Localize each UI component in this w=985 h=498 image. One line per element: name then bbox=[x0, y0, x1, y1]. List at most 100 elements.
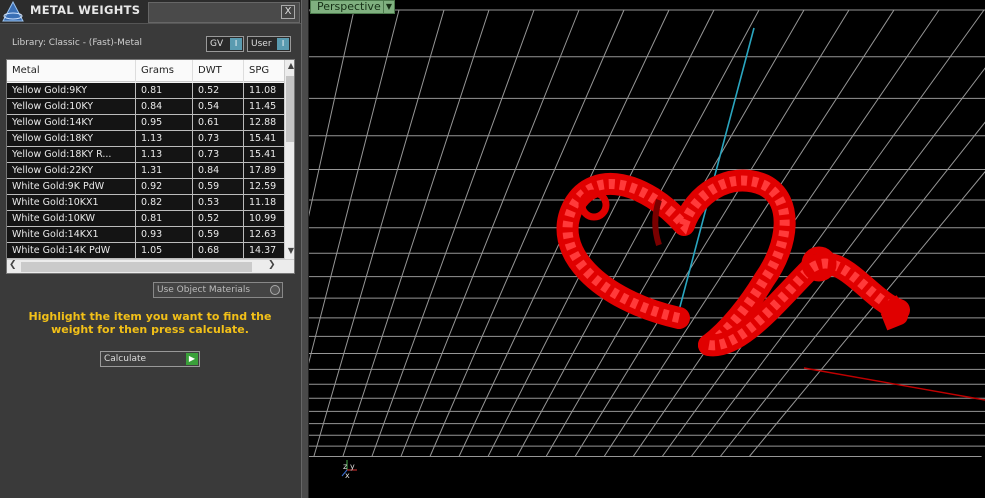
dwt-cell: 0.68 bbox=[193, 243, 244, 258]
scroll-right-icon[interactable]: ❯ bbox=[268, 260, 278, 270]
table-body: Yellow Gold:9KY 0.81 0.52 11.08 Yellow Gold… bbox=[7, 83, 284, 259]
table-row[interactable]: White Gold:10KW 0.81 0.52 10.99 bbox=[7, 211, 284, 227]
library-label: Library: Classic - (Fast)-Metal bbox=[12, 38, 143, 48]
spg-cell: 11.45 bbox=[249, 101, 277, 112]
grid-line bbox=[719, 121, 985, 457]
metal-cell: White Gold:9K PdW bbox=[7, 179, 136, 194]
spg-cell: 12.59 bbox=[249, 181, 277, 192]
scroll-left-icon[interactable]: ❮ bbox=[9, 260, 19, 270]
panel-splitter[interactable] bbox=[301, 0, 309, 498]
table-row[interactable]: White Gold:14K PdW 1.05 0.68 14.37 bbox=[7, 243, 284, 259]
user-toggle[interactable]: User I bbox=[247, 36, 291, 52]
grid-line bbox=[545, 9, 805, 457]
dwt-cell: 0.52 bbox=[193, 83, 244, 98]
grid-line bbox=[371, 9, 535, 457]
column-header-metal[interactable]: Metal bbox=[7, 60, 136, 82]
metal-cell: White Gold:10KW bbox=[7, 211, 136, 226]
metal-cell: Yellow Gold:14KY bbox=[7, 115, 136, 130]
metal-cell: Yellow Gold:10KY bbox=[7, 99, 136, 114]
spg-cell: 17.89 bbox=[249, 165, 277, 176]
metal-cell: Yellow Gold:18KY R... bbox=[7, 147, 136, 162]
use-object-materials-label: Use Object Materials bbox=[157, 285, 251, 295]
grid-line bbox=[309, 9, 400, 364]
scroll-down-icon[interactable]: ▼ bbox=[285, 246, 294, 258]
view-dropdown-icon[interactable]: ▼ bbox=[383, 0, 395, 14]
metal-cell: Yellow Gold:22KY bbox=[7, 163, 136, 178]
panel-titlebar: METAL WEIGHTS X bbox=[0, 0, 301, 24]
grams-cell: 0.92 bbox=[136, 179, 193, 194]
metal-cell: White Gold:14K PdW bbox=[7, 243, 136, 258]
play-arrow-icon: ▶ bbox=[186, 353, 198, 365]
dwt-cell: 0.73 bbox=[193, 131, 244, 146]
spg-cell: 12.63 bbox=[249, 229, 277, 240]
table-row[interactable]: White Gold:10KX1 0.82 0.53 11.18 bbox=[7, 195, 284, 211]
table-row[interactable]: Yellow Gold:18KY R... 1.13 0.73 15.41 bbox=[7, 147, 284, 163]
table-row[interactable]: White Gold:9K PdW 0.92 0.59 12.59 bbox=[7, 179, 284, 195]
table-row[interactable]: White Gold:14KX1 0.93 0.59 12.63 bbox=[7, 227, 284, 243]
grams-cell: 0.84 bbox=[136, 99, 193, 114]
vertical-scrollbar[interactable]: ▲ ▼ bbox=[284, 60, 294, 259]
instruction-text: Highlight the item you want to find the … bbox=[28, 310, 272, 336]
grams-cell: 1.13 bbox=[136, 131, 193, 146]
dwt-cell: 0.73 bbox=[193, 147, 244, 162]
ground-grid bbox=[309, 9, 985, 457]
metal-cell: Yellow Gold:18KY bbox=[7, 131, 136, 146]
grams-cell: 0.81 bbox=[136, 83, 193, 98]
table-row[interactable]: Yellow Gold:14KY 0.95 0.61 12.88 bbox=[7, 115, 284, 131]
table-row[interactable]: Yellow Gold:22KY 1.31 0.84 17.89 bbox=[7, 163, 284, 179]
column-header-grams[interactable]: Grams bbox=[136, 60, 193, 82]
gizmo-z-label: z bbox=[343, 462, 347, 471]
grid-line bbox=[342, 9, 490, 457]
grid-line bbox=[429, 9, 625, 457]
grams-cell: 0.95 bbox=[136, 115, 193, 130]
view-mode-button[interactable]: Perspective bbox=[310, 0, 388, 14]
horizontal-scroll-thumb[interactable] bbox=[21, 262, 252, 272]
dwt-cell: 0.52 bbox=[193, 211, 244, 226]
table-row[interactable]: Yellow Gold:10KY 0.84 0.54 11.45 bbox=[7, 99, 284, 115]
spg-cell: 12.88 bbox=[249, 117, 277, 128]
grid-line bbox=[603, 9, 895, 457]
3d-viewport[interactable]: z y x Perspective ▼ bbox=[309, 0, 985, 498]
table-row[interactable]: Yellow Gold:18KY 1.13 0.73 15.41 bbox=[7, 131, 284, 147]
dwt-cell: 0.61 bbox=[193, 115, 244, 130]
column-header-dwt[interactable]: DWT bbox=[193, 60, 244, 82]
spg-cell: 15.41 bbox=[249, 149, 277, 160]
table-row[interactable]: Yellow Gold:9KY 0.81 0.52 11.08 bbox=[7, 83, 284, 99]
radio-indicator-icon bbox=[270, 285, 280, 295]
grams-cell: 1.13 bbox=[136, 147, 193, 162]
grid-line bbox=[309, 9, 355, 217]
grams-cell: 0.82 bbox=[136, 195, 193, 210]
gv-toggle-label: GV bbox=[210, 39, 224, 49]
grams-cell: 1.05 bbox=[136, 243, 193, 258]
calculate-label: Calculate bbox=[104, 354, 147, 364]
metal-cell: White Gold:14KX1 bbox=[7, 227, 136, 242]
spg-cell: 15.41 bbox=[249, 133, 277, 144]
app-logo-icon bbox=[2, 1, 24, 22]
table-header: Metal Grams DWT SPG bbox=[7, 60, 284, 82]
spg-cell: 10.99 bbox=[249, 213, 277, 224]
spg-cell: 14.37 bbox=[249, 245, 277, 256]
scroll-up-icon[interactable]: ▲ bbox=[285, 61, 294, 73]
close-button[interactable]: X bbox=[281, 5, 295, 19]
vertical-scroll-thumb[interactable] bbox=[286, 76, 294, 142]
dwt-cell: 0.59 bbox=[193, 179, 244, 194]
grams-cell: 0.93 bbox=[136, 227, 193, 242]
dwt-cell: 0.54 bbox=[193, 99, 244, 114]
column-header-spg[interactable]: SPG bbox=[244, 60, 284, 82]
title-tab-strip bbox=[148, 2, 300, 23]
grid-line bbox=[313, 9, 445, 457]
spg-cell: 11.18 bbox=[249, 197, 277, 208]
axis-gizmo: z y x bbox=[341, 460, 357, 480]
use-object-materials-toggle[interactable]: Use Object Materials bbox=[153, 282, 283, 298]
panel-title: METAL WEIGHTS bbox=[30, 3, 141, 17]
user-toggle-label: User bbox=[251, 39, 272, 49]
spg-cell: 11.08 bbox=[249, 85, 277, 96]
metal-table: Metal Grams DWT SPG Yellow Gold:9KY 0.81 0… bbox=[6, 59, 295, 274]
metal-cell: Yellow Gold:9KY bbox=[7, 83, 136, 98]
horizontal-scrollbar[interactable]: ❮ ❯ bbox=[7, 259, 294, 273]
gv-toggle[interactable]: GV I bbox=[206, 36, 244, 52]
dwt-cell: 0.84 bbox=[193, 163, 244, 178]
calculate-button[interactable]: Calculate ▶ bbox=[100, 351, 200, 367]
viewport-canvas: z y x bbox=[309, 9, 985, 480]
grid-line bbox=[574, 9, 850, 457]
